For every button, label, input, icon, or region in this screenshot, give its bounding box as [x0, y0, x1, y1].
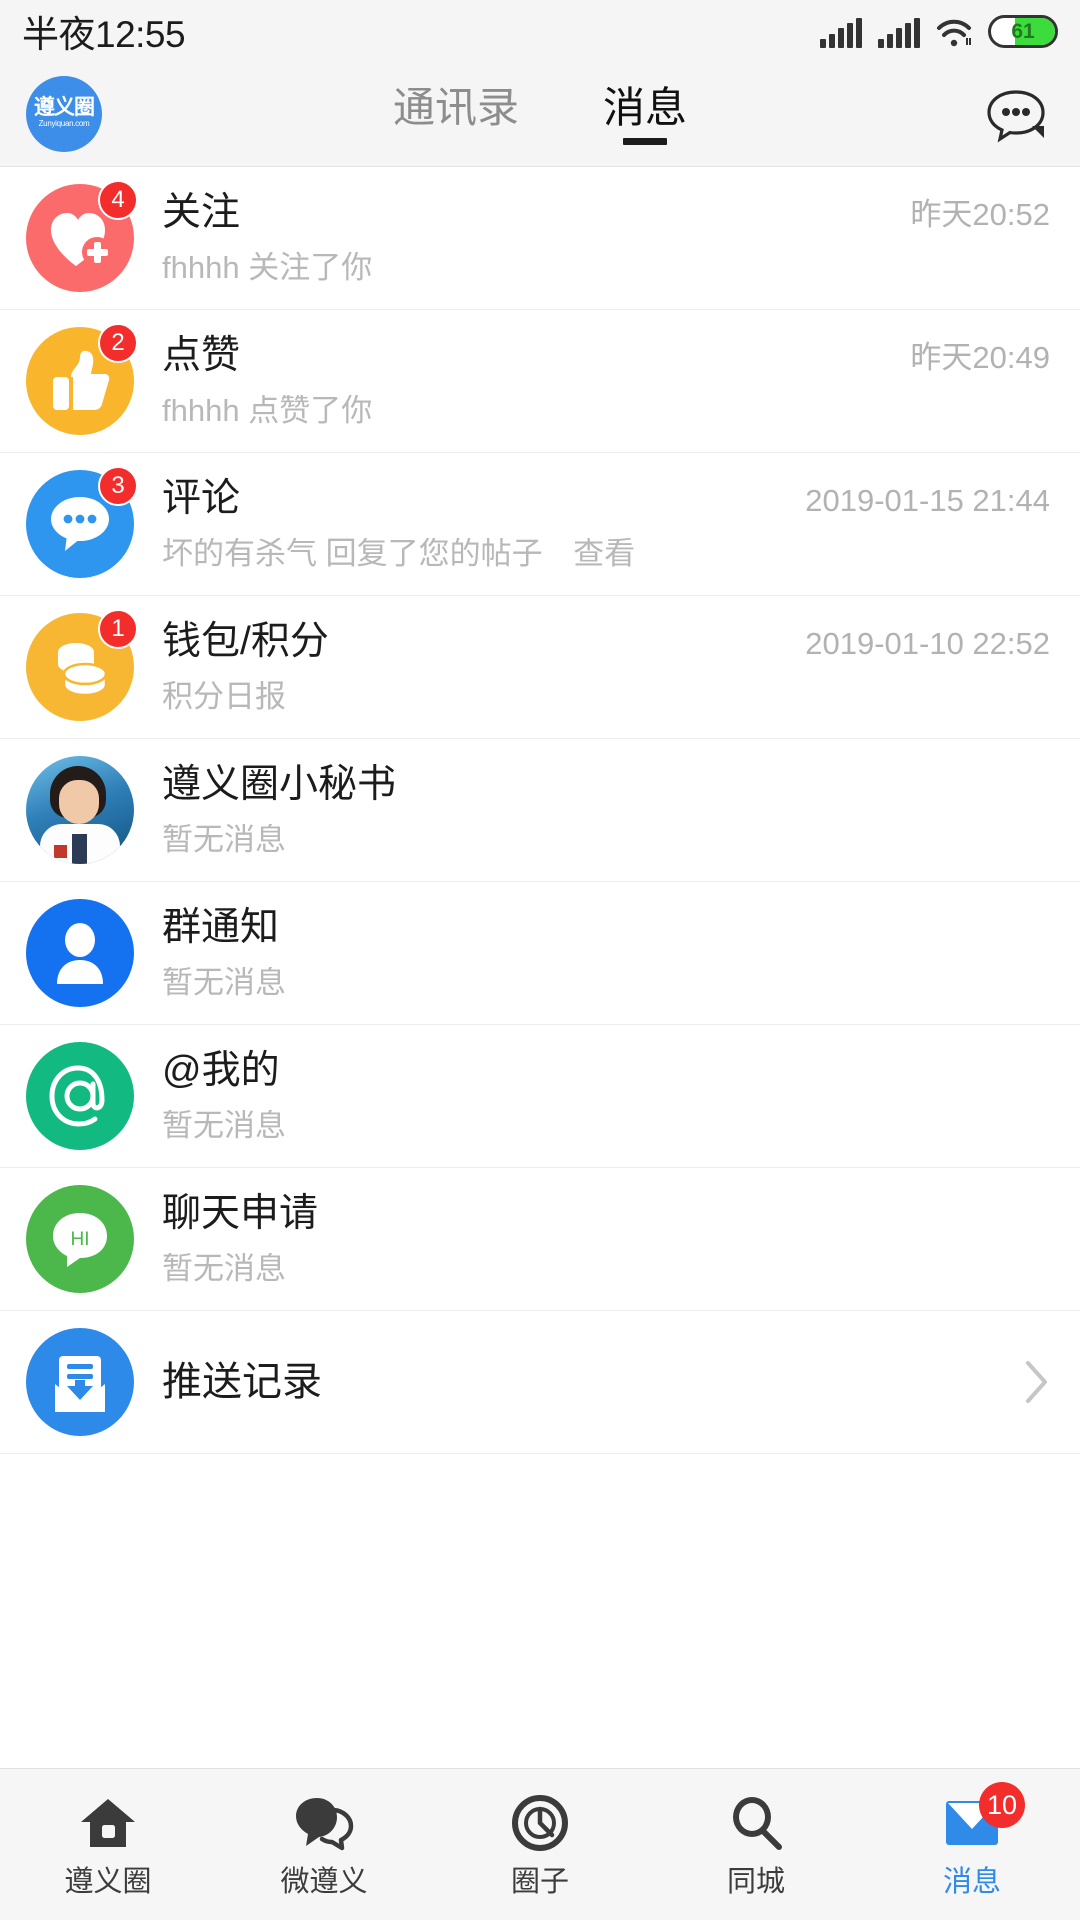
- home-icon: [77, 1792, 139, 1854]
- nav-item-city-label: 同城: [726, 1866, 785, 1898]
- signal-icon: [878, 17, 920, 48]
- svg-text:HI: HI: [71, 1229, 90, 1250]
- list-item-subtitle: 暂无消息: [162, 1253, 286, 1284]
- avatar-wrapper: HI: [26, 1185, 134, 1293]
- list-item[interactable]: 4 关注 昨天20:52 fhhhh 关注了你: [0, 167, 1080, 310]
- list-item-title: 聊天申请: [162, 1192, 319, 1235]
- nav-item-city[interactable]: 同城: [648, 1792, 864, 1897]
- tab-messages[interactable]: 消息: [597, 83, 693, 145]
- list-item-body: 推送记录: [162, 1362, 1010, 1402]
- search-icon: [725, 1792, 787, 1854]
- nav-item-messages[interactable]: 10 消息: [864, 1782, 1080, 1898]
- signal-icon: [820, 17, 862, 48]
- list-item-title: 点赞: [162, 334, 241, 377]
- nav-unread-badge: 10: [978, 1782, 1025, 1828]
- message-list: 4 关注 昨天20:52 fhhhh 关注了你 2 点赞 昨天20:49 fhh…: [0, 166, 1080, 1768]
- tab-contacts-label: 通讯录: [392, 84, 519, 131]
- wifi-icon: [936, 18, 972, 48]
- list-item-title: @我的: [162, 1049, 280, 1092]
- push-record-row[interactable]: 推送记录: [0, 1311, 1080, 1454]
- list-item-body: 评论 2019-01-15 21:44 坏的有杀气 回复了您的帖子 查看: [162, 479, 1050, 569]
- list-item-time: 昨天20:52: [910, 197, 1050, 232]
- status-time: 半夜12:55: [22, 14, 186, 55]
- avatar-wrapper: [26, 1328, 134, 1436]
- avatar-wrapper: 2: [26, 323, 138, 435]
- list-item-body: 聊天申请 暂无消息: [162, 1194, 1050, 1284]
- list-item-subtitle: fhhhh 点赞了你: [162, 395, 373, 426]
- list-item-subtitle: 暂无消息: [162, 1110, 286, 1141]
- view-link[interactable]: 查看: [573, 538, 635, 569]
- list-item-time: 昨天20:49: [910, 340, 1050, 375]
- nav-item-circles[interactable]: 圈子: [432, 1792, 648, 1897]
- tab-active-indicator: [623, 138, 667, 145]
- list-item-subtitle: fhhhh 关注了你: [162, 252, 373, 283]
- list-item-subtitle: 积分日报: [162, 681, 286, 712]
- compass-icon: [509, 1792, 571, 1854]
- list-item-body: @我的 暂无消息: [162, 1051, 1050, 1141]
- nav-item-home[interactable]: 遵义圈: [0, 1792, 216, 1897]
- header-tabs: 通讯录 消息: [0, 62, 1080, 166]
- unread-badge: 4: [98, 180, 138, 220]
- list-item-body: 钱包/积分 2019-01-10 22:52 积分日报: [162, 622, 1050, 712]
- list-item[interactable]: 3 评论 2019-01-15 21:44 坏的有杀气 回复了您的帖子 查看: [0, 453, 1080, 596]
- app-header: 遵义圈 Zunyiquan.com 通讯录 消息: [0, 62, 1080, 166]
- avatar-wrapper: 4: [26, 180, 138, 292]
- avatar-wrapper: 3: [26, 466, 138, 578]
- tab-messages-label: 消息: [603, 84, 688, 131]
- message-envelope-icon: 10: [941, 1782, 1025, 1854]
- list-item-title: 评论: [162, 477, 241, 520]
- list-item-time: 2019-01-10 22:52: [805, 626, 1050, 661]
- list-item-body: 关注 昨天20:52 fhhhh 关注了你: [162, 193, 1050, 283]
- list-item-body: 点赞 昨天20:49 fhhhh 点赞了你: [162, 336, 1050, 426]
- list-item[interactable]: @我的 暂无消息: [0, 1025, 1080, 1168]
- status-indicators: 61: [820, 14, 1058, 48]
- push-record-title: 推送记录: [162, 1360, 322, 1404]
- group-person-icon: [26, 899, 134, 1007]
- list-item-title: 遵义圈小秘书: [162, 763, 397, 806]
- nav-item-circles-label: 圈子: [510, 1866, 569, 1898]
- app-root: 半夜12:55 61 遵义圈 Zunyiquan.com 通讯录 消息 4 关注…: [0, 0, 1080, 1920]
- list-item[interactable]: 遵义圈小秘书 暂无消息: [0, 739, 1080, 882]
- list-item[interactable]: HI 聊天申请 暂无消息: [0, 1168, 1080, 1311]
- avatar-wrapper: [26, 756, 134, 864]
- list-item-body: 遵义圈小秘书 暂无消息: [162, 765, 1050, 855]
- nav-item-home-label: 遵义圈: [64, 1866, 152, 1898]
- list-item-subtitle: 暂无消息: [162, 967, 286, 998]
- inbox-mail-icon: [26, 1328, 134, 1436]
- unread-badge: 1: [98, 609, 138, 649]
- unread-badge: 2: [98, 323, 138, 363]
- hi-bubble-icon: HI: [26, 1185, 134, 1293]
- chat-more-icon[interactable]: [978, 76, 1054, 152]
- list-item-title: 群通知: [162, 906, 280, 949]
- nav-item-weizunyi-label: 微遵义: [280, 1866, 368, 1898]
- avatar-wrapper: [26, 899, 134, 1007]
- list-item-title: 钱包/积分: [162, 620, 329, 663]
- tab-contacts[interactable]: 通讯录: [387, 83, 525, 145]
- list-item-title: 关注: [162, 191, 241, 234]
- logo-text-en: Zunyiquan.com: [38, 119, 90, 129]
- at-sign-icon: [26, 1042, 134, 1150]
- chevron-right-icon: [1024, 1359, 1050, 1405]
- unread-badge: 3: [98, 466, 138, 506]
- customer-service-avatar: [26, 756, 134, 864]
- list-item[interactable]: 群通知 暂无消息: [0, 882, 1080, 1025]
- battery-icon: 61: [988, 14, 1058, 48]
- nav-item-messages-label: 消息: [942, 1866, 1001, 1898]
- list-item-body: 群通知 暂无消息: [162, 908, 1050, 998]
- list-item-subtitle: 暂无消息: [162, 824, 286, 855]
- avatar-wrapper: [26, 1042, 134, 1150]
- list-item-subtitle: 坏的有杀气 回复了您的帖子 查看: [162, 538, 1050, 569]
- list-item-subtitle-text: 坏的有杀气 回复了您的帖子: [162, 538, 543, 569]
- nav-item-weizunyi[interactable]: 微遵义: [216, 1792, 432, 1897]
- logo-text-cn: 遵义圈: [34, 96, 95, 120]
- status-bar: 半夜12:55 61: [0, 0, 1080, 62]
- list-item[interactable]: 1 钱包/积分 2019-01-10 22:52 积分日报: [0, 596, 1080, 739]
- app-logo[interactable]: 遵义圈 Zunyiquan.com: [26, 76, 102, 152]
- list-item-time: 2019-01-15 21:44: [805, 483, 1050, 518]
- chat-bubble-icon: [293, 1792, 355, 1854]
- bottom-navigation: 遵义圈 微遵义 圈子 同城 10 消息: [0, 1768, 1080, 1920]
- list-item[interactable]: 2 点赞 昨天20:49 fhhhh 点赞了你: [0, 310, 1080, 453]
- avatar-wrapper: 1: [26, 609, 138, 721]
- battery-percent: 61: [1011, 19, 1035, 43]
